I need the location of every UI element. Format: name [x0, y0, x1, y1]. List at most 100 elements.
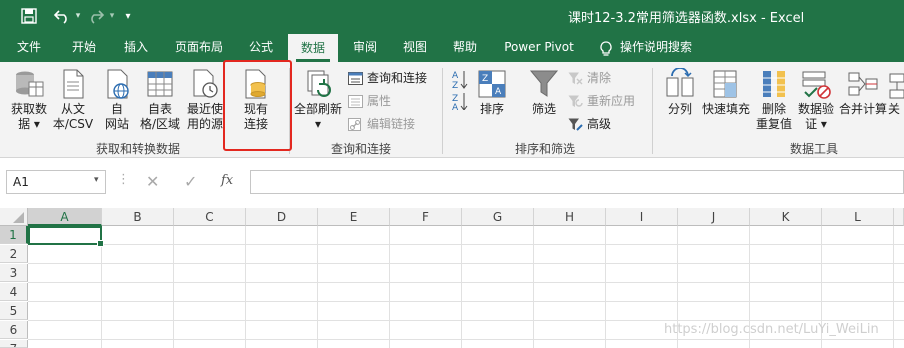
formula-input[interactable]	[250, 170, 904, 194]
sort-button[interactable]: ZA 排序	[474, 68, 510, 117]
column-header[interactable]: B	[102, 208, 174, 226]
remove-duplicates-button[interactable]: 删除 重复值	[752, 68, 796, 132]
clear-filter-icon	[568, 72, 583, 84]
queries-connections-button[interactable]: 查询和连接	[348, 68, 427, 88]
group-label-data-tools: 数据工具	[790, 142, 839, 156]
flash-fill-icon	[713, 70, 737, 98]
get-data-line2: 据 ▾	[18, 117, 40, 131]
svg-text:A: A	[452, 71, 459, 81]
insert-function-icon[interactable]: fx	[221, 173, 233, 188]
selected-cell-a1[interactable]	[28, 226, 104, 247]
refresh-all-line2: ▾	[314, 117, 322, 131]
column-header[interactable]: A	[28, 208, 102, 226]
row-header[interactable]: 3	[0, 264, 28, 282]
reapply-label: 重新应用	[587, 94, 636, 108]
filter-button[interactable]: 筛选	[525, 68, 563, 117]
remove-duplicates-line2: 重复值	[755, 117, 792, 131]
get-data-line1: 获取数	[10, 102, 47, 116]
redo-icon[interactable]	[86, 7, 106, 25]
clear-button[interactable]: 清除	[568, 68, 611, 88]
gridline	[28, 339, 904, 340]
column-header[interactable]	[894, 208, 904, 226]
column-header[interactable]: J	[678, 208, 750, 226]
watermark-text: https://blog.csdn.net/LuYi_WeiLin	[664, 322, 879, 337]
gridline	[461, 226, 462, 348]
svg-text:Z: Z	[482, 74, 488, 84]
column-header[interactable]: H	[534, 208, 606, 226]
cancel-icon[interactable]: ✕	[146, 172, 159, 191]
filter-label: 筛选	[531, 102, 556, 116]
row-header[interactable]: 6	[0, 321, 28, 339]
remove-duplicates-icon	[763, 71, 785, 97]
tab-file[interactable]: 文件	[6, 32, 52, 62]
ribbon-tabs: 文件 开始 插入 页面布局 公式 数据 审阅 视图 帮助 Power Pivot…	[0, 32, 904, 62]
tab-formulas[interactable]: 公式	[238, 32, 284, 62]
svg-text:A: A	[495, 87, 502, 97]
web-icon	[107, 69, 129, 99]
column-header[interactable]: C	[174, 208, 246, 226]
column-header[interactable]: D	[246, 208, 318, 226]
sort-ascending-button[interactable]: AZZA	[446, 68, 474, 114]
tab-view[interactable]: 视图	[392, 32, 438, 62]
gridline	[28, 301, 904, 302]
consolidate-button[interactable]: 合并计算	[836, 68, 890, 117]
advanced-button[interactable]: 高级	[568, 114, 611, 134]
group-label-queries: 查询和连接	[331, 142, 392, 156]
tell-me-search[interactable]: 操作说明搜索	[620, 32, 710, 62]
undo-dropdown-icon[interactable]: ▾	[73, 7, 83, 25]
reapply-button[interactable]: 重新应用	[568, 91, 635, 111]
row-header[interactable]: 5	[0, 302, 28, 320]
data-validation-button[interactable]: 数据验 证 ▾	[796, 68, 836, 132]
relationships-label: 关	[888, 102, 901, 116]
text-to-columns-button[interactable]: 分列	[660, 68, 700, 117]
relationships-button[interactable]: 关	[888, 68, 904, 117]
from-table-button[interactable]: 自表 格/区域	[137, 68, 183, 132]
gridline	[28, 320, 904, 321]
advanced-label: 高级	[587, 117, 612, 131]
row-header[interactable]: 1	[0, 226, 28, 244]
row-header[interactable]: 4	[0, 283, 28, 301]
tab-home[interactable]: 开始	[60, 32, 108, 62]
get-data-button[interactable]: 获取数 据 ▾	[6, 68, 52, 132]
tab-power-pivot[interactable]: Power Pivot	[496, 32, 582, 62]
tab-data[interactable]: 数据	[288, 34, 338, 62]
confirm-icon[interactable]: ✓	[184, 172, 197, 191]
flash-fill-button[interactable]: 快速填充	[700, 68, 752, 117]
gridline	[893, 226, 894, 348]
customize-icon[interactable]: ▾	[122, 7, 134, 25]
redo-dropdown-icon[interactable]: ▾	[107, 7, 117, 25]
tab-help[interactable]: 帮助	[442, 32, 488, 62]
formula-bar: A1 ▾ ⋮ ✕ ✓ fx	[0, 158, 904, 208]
select-all-corner[interactable]	[0, 208, 28, 226]
from-web-line1: 自	[110, 102, 123, 116]
gridline	[245, 226, 246, 348]
from-web-button[interactable]: 自 网站	[95, 68, 139, 132]
recent-sources-button[interactable]: 最近使 用的源	[182, 68, 228, 132]
save-icon[interactable]	[20, 7, 38, 25]
undo-icon[interactable]	[52, 7, 72, 25]
refresh-all-button[interactable]: 全部刷新 ▾	[292, 68, 344, 132]
sort-icon: ZA	[478, 70, 506, 98]
column-header[interactable]: I	[606, 208, 678, 226]
name-box-dropdown-icon[interactable]: ▾	[94, 175, 99, 185]
annotation-highlight-box	[223, 60, 292, 151]
properties-button[interactable]: 属性	[348, 91, 391, 111]
group-label-sort-filter: 排序和筛选	[515, 142, 576, 156]
properties-label: 属性	[367, 94, 392, 108]
name-box[interactable]: A1	[6, 170, 106, 194]
properties-icon	[348, 94, 363, 108]
group-label-get-transform: 获取和转换数据	[96, 142, 181, 156]
consolidate-label: 合并计算	[838, 102, 887, 116]
row-header[interactable]: 7	[0, 340, 28, 348]
column-header[interactable]: K	[750, 208, 822, 226]
column-header[interactable]: L	[822, 208, 894, 226]
from-text-csv-button[interactable]: 从文 本/CSV	[50, 68, 96, 132]
edit-links-button[interactable]: 编辑链接	[348, 114, 415, 134]
column-header[interactable]: F	[390, 208, 462, 226]
row-header[interactable]: 2	[0, 245, 28, 263]
column-header[interactable]: G	[462, 208, 534, 226]
tab-page-layout[interactable]: 页面布局	[168, 32, 230, 62]
tab-review[interactable]: 审阅	[342, 32, 388, 62]
tab-insert[interactable]: 插入	[112, 32, 160, 62]
column-header[interactable]: E	[318, 208, 390, 226]
